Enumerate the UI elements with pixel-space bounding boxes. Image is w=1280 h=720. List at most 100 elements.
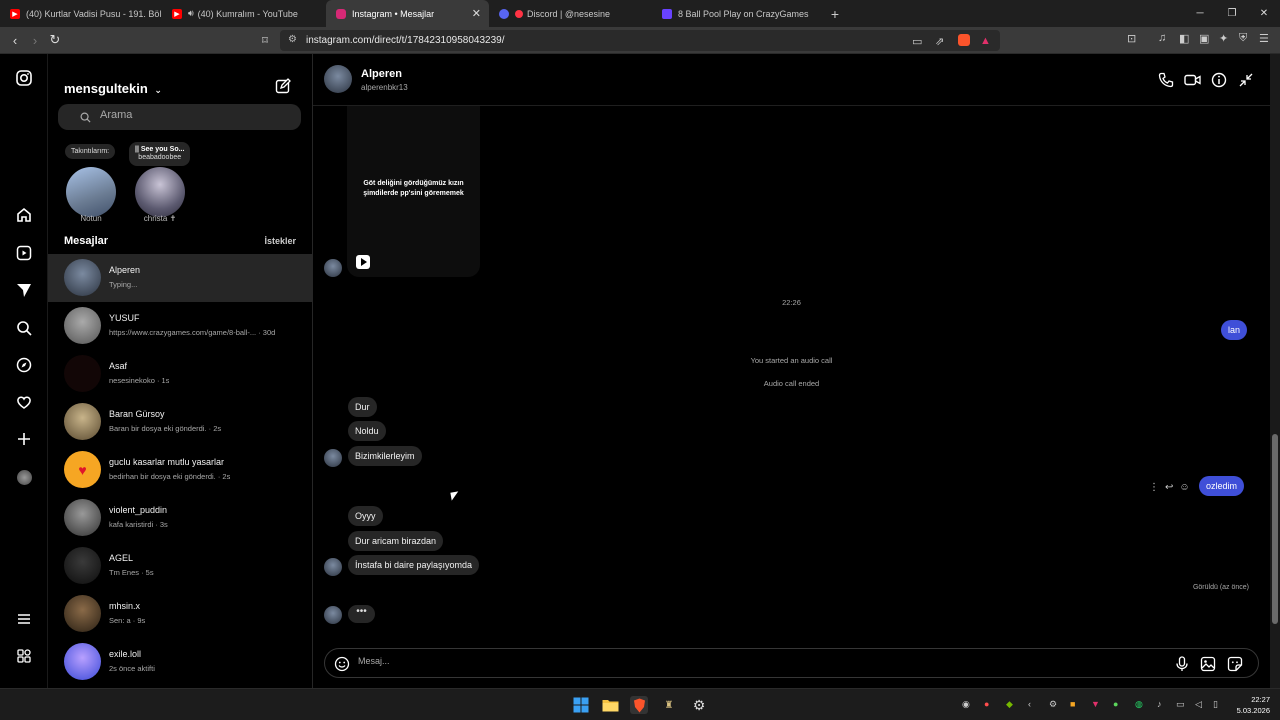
cast-icon[interactable]: ▭ <box>912 35 922 48</box>
account-switcher[interactable]: mensgultekin ⌄ <box>64 81 162 96</box>
tray-steam-icon[interactable]: ⚙ <box>1049 699 1057 710</box>
profile-avatar-icon[interactable] <box>14 467 34 487</box>
tray-shield-icon[interactable]: ▼ <box>1091 699 1100 709</box>
conversation-item[interactable]: Baran Gürsoy Baran bir dosya eki gönderd… <box>48 398 312 446</box>
microphone-tray-icon[interactable]: ♪ <box>1157 699 1162 709</box>
restore-icon[interactable]: ❐ <box>1216 0 1248 27</box>
close-window-icon[interactable]: ✕ <box>1248 0 1280 27</box>
tab-instagram-messages[interactable]: Instagram • Mesajlar ✕ <box>326 0 489 27</box>
url-field[interactable]: ⚙ instagram.com/direct/t/178423109580432… <box>280 30 1000 51</box>
windows-start-icon[interactable] <box>572 696 590 714</box>
react-emoji-icon[interactable]: ☺ <box>1179 482 1189 493</box>
system-clock[interactable]: 22:27 5.03.2026 <box>1237 694 1270 716</box>
gallery-icon[interactable] <box>1199 655 1217 673</box>
received-message[interactable]: Dur aricam birazdan <box>348 531 444 551</box>
sent-message[interactable]: lan <box>1221 320 1248 340</box>
leo-ai-icon[interactable]: ✦ <box>1219 32 1228 45</box>
brave-shields-icon[interactable] <box>958 34 970 46</box>
create-plus-icon[interactable] <box>14 429 34 449</box>
sidebar-toggle-icon[interactable]: ◧ <box>1179 32 1189 45</box>
close-tab-icon[interactable]: ✕ <box>472 7 481 20</box>
note-christa[interactable]: || See you So... beabadoobee christa ✝ <box>129 142 194 223</box>
conversation-item[interactable]: mhsin.x Sen: a · 9s <box>48 590 312 638</box>
conversation-item[interactable]: AGEL Tm Enes · 5s <box>48 542 312 590</box>
search-input[interactable] <box>100 109 290 121</box>
conversation-item[interactable]: exile.loll 2s önce aktifti <box>48 638 312 686</box>
reload-icon[interactable]: ↻ <box>48 32 62 47</box>
steam-icon[interactable]: ⚙ <box>690 696 708 714</box>
conversation-item[interactable]: Alperen Typing... <box>48 254 312 302</box>
tray-app-icon-2[interactable]: ■ <box>1070 699 1075 709</box>
messages-icon[interactable] <box>14 280 34 300</box>
note-own[interactable]: Takıntılarım: Notun <box>65 142 125 223</box>
conversation-info-icon[interactable] <box>1210 71 1228 89</box>
explore-icon[interactable] <box>14 355 34 375</box>
received-message[interactable]: Bizimkilerleyim <box>348 446 422 466</box>
forward-icon[interactable]: › <box>28 33 42 48</box>
scrollbar-thumb[interactable] <box>1272 434 1278 624</box>
chat-scrollbar[interactable] <box>1270 54 1280 688</box>
conversation-item[interactable]: violent_puddin kafa karistirdi · 3s <box>48 494 312 542</box>
game-launcher-icon[interactable]: ♜ <box>660 696 678 714</box>
phone-call-icon[interactable] <box>1157 71 1175 89</box>
shared-reel-card[interactable]: Göt deliğini gördüğümüz kızın şimdilerde… <box>347 106 480 277</box>
vpn-icon[interactable]: ⛨ <box>1239 32 1247 45</box>
share-icon[interactable]: ⇗ <box>935 35 944 48</box>
microphone-icon[interactable] <box>1173 655 1191 673</box>
bookmark-icon[interactable]: ⌑ <box>258 33 272 47</box>
contact-name[interactable]: Alperen <box>361 68 402 80</box>
requests-link[interactable]: İstekler <box>264 236 296 246</box>
received-message[interactable]: Oyyy <box>348 506 383 526</box>
menu-icon[interactable]: ☰ <box>1259 32 1269 45</box>
screenshot-icon[interactable]: ⊡ <box>1127 32 1136 45</box>
media-icon[interactable]: ♫ <box>1158 32 1166 44</box>
site-info-icon[interactable]: ⚙ <box>288 34 297 45</box>
instagram-logo-icon[interactable] <box>14 68 34 88</box>
volume-icon[interactable]: ◁ <box>1195 699 1202 710</box>
tray-recording-icon[interactable]: ● <box>984 699 989 709</box>
conversation-item[interactable]: YUSUF https://www.crazygames.com/game/8-… <box>48 302 312 350</box>
emoji-icon[interactable] <box>333 655 351 673</box>
reply-icon[interactable]: ↩ <box>1165 482 1173 493</box>
nvidia-icon[interactable]: ◆ <box>1006 699 1013 710</box>
conversation-item[interactable]: Asaf nesesinekoko · 1s <box>48 350 312 398</box>
conversation-item[interactable]: ♥ guclu kasarlar mutlu yasarlar bedirhan… <box>48 446 312 494</box>
minimize-icon[interactable]: ─ <box>1184 0 1216 27</box>
tray-chevron-icon[interactable]: ‹ <box>1028 699 1031 709</box>
avatar[interactable] <box>324 65 352 93</box>
notifications-heart-icon[interactable] <box>14 392 34 412</box>
received-message[interactable]: İnstafa bi daire paylaşıyomda <box>348 555 480 575</box>
minimize-chat-icon[interactable] <box>1237 71 1255 89</box>
received-message[interactable]: Dur <box>348 397 377 417</box>
search-box[interactable] <box>58 104 301 130</box>
reels-icon[interactable] <box>14 243 34 263</box>
more-options-icon[interactable]: ⋮ <box>1149 482 1159 493</box>
video-call-icon[interactable] <box>1183 71 1201 89</box>
tab-kurtlar-vadisi[interactable]: ▶ (40) Kurtlar Vadisi Pusu - 191. Bölüm <box>0 0 162 27</box>
message-input[interactable] <box>358 656 1138 666</box>
back-icon[interactable]: ‹ <box>8 33 22 48</box>
sent-message[interactable]: ozledim <box>1199 476 1245 496</box>
home-icon[interactable] <box>14 205 34 225</box>
file-explorer-icon[interactable] <box>601 696 619 714</box>
whatsapp-icon[interactable]: ◍ <box>1135 699 1143 710</box>
search-icon[interactable] <box>14 318 34 338</box>
brave-rewards-icon[interactable]: ▲ <box>980 35 991 47</box>
more-menu-icon[interactable] <box>14 609 34 629</box>
tab-8-ball-pool[interactable]: 8 Ball Pool Play on CrazyGames <box>652 0 822 27</box>
tray-app-icon[interactable]: ◉ <box>962 699 970 710</box>
network-icon[interactable]: ▭ <box>1176 699 1185 710</box>
tab-kumralim-youtube[interactable]: ▶ 🔊︎ (40) Kumralım - YouTube <box>162 0 326 27</box>
tab-discord[interactable]: Discord | @nesesine <box>489 0 652 27</box>
crazygames-icon <box>662 8 672 19</box>
threads-apps-icon[interactable] <box>14 646 34 666</box>
tray-green-icon[interactable]: ● <box>1113 699 1118 709</box>
wallet-icon[interactable]: ▣ <box>1199 32 1209 45</box>
received-message[interactable]: Noldu <box>348 421 386 441</box>
sticker-icon[interactable] <box>1226 655 1244 673</box>
new-tab-button[interactable]: + <box>822 0 848 27</box>
brave-browser-icon[interactable] <box>630 696 648 714</box>
battery-icon[interactable]: ▯ <box>1213 699 1218 710</box>
reel-play-icon[interactable] <box>356 255 370 269</box>
new-message-icon[interactable] <box>275 78 293 96</box>
